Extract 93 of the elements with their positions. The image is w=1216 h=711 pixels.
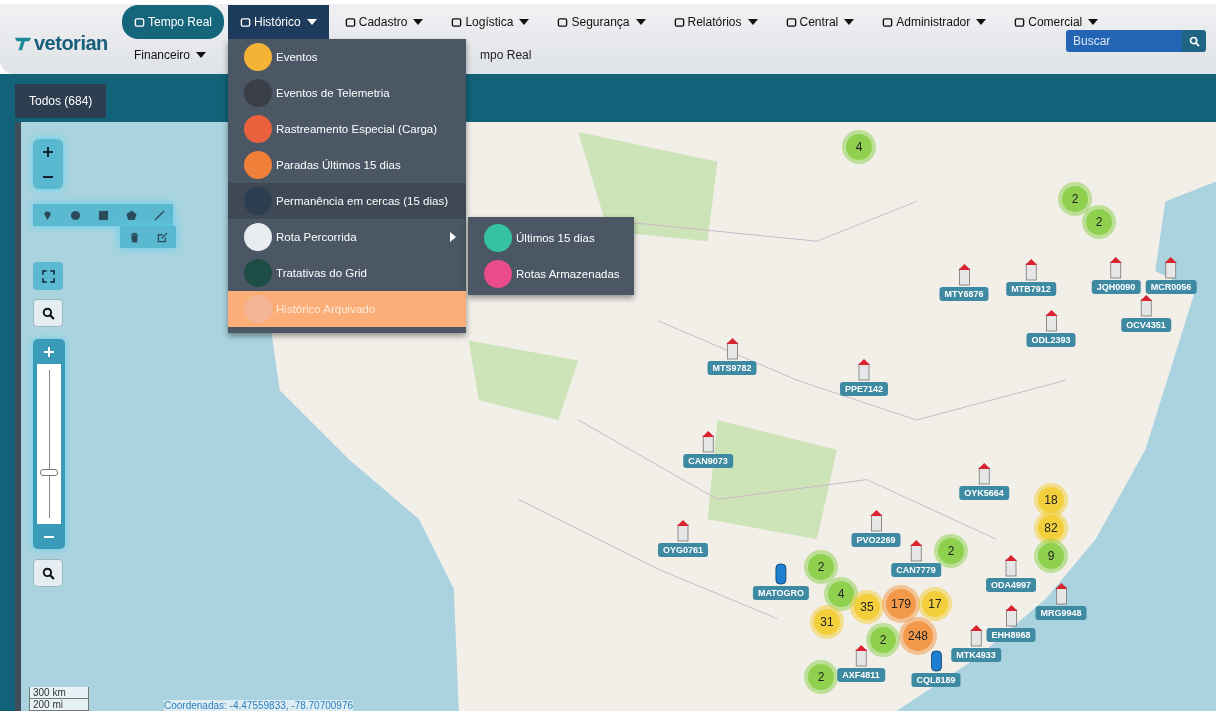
- nav-menu-item[interactable]: Central: [773, 5, 867, 39]
- vehicle-label[interactable]: MATOGRO: [752, 586, 810, 600]
- nav-menu-item[interactable]: Cadastro: [332, 5, 436, 39]
- caret-icon: [976, 19, 987, 25]
- truck-icon: [1023, 258, 1039, 282]
- plus-icon: [42, 145, 54, 158]
- caret-icon: [519, 19, 530, 25]
- search-button[interactable]: [1182, 30, 1206, 52]
- logo-text: vetorian: [34, 32, 108, 55]
- nav-menu-item[interactable]: Tempo Real: [122, 5, 225, 39]
- caret-icon: [635, 19, 646, 25]
- truck-icon: [908, 539, 924, 563]
- nav-menu-item[interactable]: Financeiro: [122, 38, 219, 72]
- search-icon: [41, 306, 55, 320]
- search-field[interactable]: Buscar: [1066, 30, 1182, 52]
- vehicle-label[interactable]: AXF4811: [837, 668, 885, 682]
- truck-icon: [956, 263, 972, 287]
- vehicle-label[interactable]: MTS9782: [707, 361, 757, 375]
- square-icon: [97, 209, 109, 221]
- vehicle-label[interactable]: PPE7142: [840, 382, 888, 396]
- nav-menu-item[interactable]: Segurança: [545, 5, 658, 39]
- search-icon: [41, 566, 55, 580]
- nav-menu-item[interactable]: Administrador: [870, 5, 999, 39]
- nav-menu-item[interactable]: Relatórios: [661, 5, 770, 39]
- truck-icon: [1138, 294, 1154, 318]
- search-icon: [1188, 35, 1200, 47]
- dropdown-menu-item[interactable]: Rastreamento Especial (Carga): [228, 111, 467, 147]
- truck-icon: [1043, 309, 1059, 333]
- tab[interactable]: Todos (684): [15, 84, 107, 118]
- nav-menu-item[interactable]: mpo Real: [468, 38, 544, 72]
- scale-bar: 200 mi: [29, 699, 89, 711]
- vehicle-label[interactable]: MTK4933: [951, 648, 1001, 662]
- vehicle-label[interactable]: JQH0090: [1091, 280, 1141, 294]
- slider-thumb[interactable]: [40, 469, 58, 476]
- truck-icon: [853, 644, 869, 668]
- truck-icon: [675, 519, 691, 543]
- coordinates-text: Coordenadas: -4.47559833, -78.70700976: [164, 700, 354, 711]
- vehicle-label[interactable]: EHH8968: [986, 628, 1036, 642]
- line-icon: [153, 209, 165, 221]
- nav-menu-item[interactable]: Histórico: [228, 5, 329, 39]
- truck-icon: [856, 358, 872, 382]
- search-button[interactable]: [33, 299, 63, 327]
- scale-bar: 300 km: [29, 687, 89, 699]
- vehicle-label[interactable]: MCR0056: [1145, 280, 1197, 294]
- submenu-arrow-icon: [450, 232, 457, 242]
- dropdown-menu-item[interactable]: Paradas Últimos 15 dias: [228, 147, 467, 183]
- truck-icon: [976, 462, 992, 486]
- truck-icon: [1163, 256, 1179, 280]
- vehicle-label[interactable]: ODL2393: [1026, 333, 1076, 347]
- circle-icon: [69, 209, 81, 221]
- truck-icon: [700, 430, 716, 454]
- dropdown-menu-item[interactable]: Permanência em cercas (15 dias): [228, 183, 467, 219]
- truck-icon: [1053, 582, 1069, 606]
- pentagon-icon: [125, 209, 137, 221]
- fullscreen-button[interactable]: [33, 262, 63, 290]
- map[interactable]: [15, 122, 1216, 711]
- caret-icon: [306, 19, 317, 25]
- truck-icon: [868, 509, 884, 533]
- vehicle-label[interactable]: CQL8189: [911, 673, 961, 687]
- vehicle-label[interactable]: OCV4351: [1121, 318, 1171, 332]
- map-pin-icon: [41, 209, 53, 221]
- vehicle-label[interactable]: OYK5664: [959, 486, 1009, 500]
- caret-icon: [196, 52, 207, 58]
- vehicle-label[interactable]: MTY6876: [939, 287, 989, 301]
- dropdown-menu-item[interactable]: Eventos: [228, 39, 467, 75]
- edit-icon: [156, 231, 168, 243]
- trash-icon: [128, 231, 140, 243]
- vehicle-label[interactable]: ODA4997: [986, 578, 1036, 592]
- dropdown-menu-item[interactable]: Eventos de Telemetria: [228, 75, 467, 111]
- vehicle-label[interactable]: MRG9948: [1035, 606, 1087, 620]
- truck-icon: [724, 337, 740, 361]
- submenu-item[interactable]: Últimos 15 dias: [468, 220, 635, 256]
- dropdown-menu-item[interactable]: Tratativas do Grid: [228, 255, 467, 291]
- zoom-slider[interactable]: [33, 339, 65, 549]
- vehicle-label[interactable]: PVO2269: [851, 533, 901, 547]
- caret-icon: [747, 19, 758, 25]
- truck-icon: [968, 624, 984, 648]
- truck-icon: [1108, 256, 1124, 280]
- car-icon: [928, 649, 944, 673]
- vehicle-label[interactable]: CAN9073: [683, 454, 733, 468]
- truck-icon: [1003, 554, 1019, 578]
- caret-icon: [413, 19, 424, 25]
- vehicle-label[interactable]: OYG0761: [658, 543, 708, 557]
- plus-icon: [43, 345, 55, 358]
- fullscreen-icon: [41, 269, 55, 283]
- vehicle-label[interactable]: MTB7912: [1006, 282, 1056, 296]
- search-button[interactable]: [33, 559, 63, 587]
- caret-icon: [844, 19, 855, 25]
- truck-icon: [1003, 604, 1019, 628]
- car-icon: [773, 562, 789, 586]
- submenu-item[interactable]: Rotas Armazenadas: [468, 256, 635, 292]
- vehicle-label[interactable]: CAN7779: [891, 563, 941, 577]
- nav-menu-item[interactable]: Logística: [439, 5, 542, 39]
